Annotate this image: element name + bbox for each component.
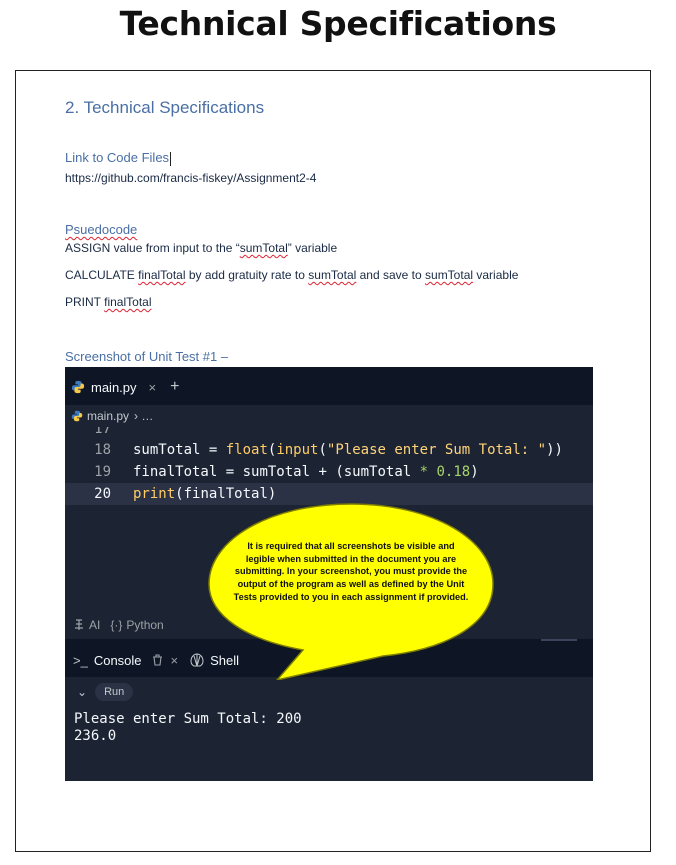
line-number: 20 [94, 486, 111, 502]
shell-icon [190, 653, 204, 667]
pseudo-var: sumTotal [425, 268, 474, 282]
line-number: 19 [94, 464, 111, 480]
pseudo-text: ASSIGN value from input to the “ [65, 241, 240, 255]
pseudo-var: finalTotal [138, 268, 186, 282]
pseudo-text: ” variable [287, 241, 338, 255]
code-line[interactable]: 18 sumTotal = float(input("Please enter S… [65, 439, 593, 461]
line-number: 18 [94, 442, 111, 458]
code-token: input [276, 442, 319, 458]
status-ai[interactable]: AI [89, 618, 100, 632]
code-token: 0.18 [436, 464, 471, 480]
code-token: float [225, 442, 268, 458]
breadcrumb-file[interactable]: main.py [87, 409, 129, 423]
link-label: Link to Code Files [65, 150, 172, 166]
python-icon [71, 380, 85, 394]
code-token: sumTotal [133, 442, 201, 458]
code-token: finalTotal [133, 464, 218, 480]
code-token: = [217, 464, 243, 480]
pseudo-var: finalTotal [104, 295, 152, 309]
pseudo-text: by add gratuity rate to [185, 268, 309, 282]
run-button[interactable]: Run [95, 683, 134, 701]
code-token: = [200, 442, 226, 458]
console-output: Please enter Sum Total: 200 236.0 [74, 711, 302, 744]
pseudo-text: and save to [356, 268, 426, 282]
braces-icon: {·} [110, 618, 123, 632]
resize-grip[interactable] [541, 639, 577, 641]
code-token: * [419, 464, 429, 480]
code-token: )) [546, 442, 563, 458]
close-icon[interactable]: × [149, 380, 157, 395]
text-cursor [170, 151, 172, 166]
ai-icon [75, 619, 83, 630]
code-link[interactable]: https://github.com/francis-fiskey/Assign… [65, 171, 316, 185]
add-tab-icon[interactable]: + [170, 378, 179, 396]
pseudo-text: CALCULATE [65, 268, 139, 282]
code-token: + (sumTotal [310, 464, 420, 480]
pseudo-line-2: CALCULATE finalTotal by add gratuity rat… [65, 268, 518, 282]
breadcrumb: main.py › … [71, 409, 153, 423]
code-line[interactable]: 19 finalTotal = sumTotal + (sumTotal * 0.… [65, 461, 593, 483]
breadcrumb-sep: › … [134, 409, 154, 423]
pseudo-line-3: PRINT finalTotal [65, 295, 152, 309]
editor-tabbar: main.py × + [65, 367, 593, 405]
page-title: Technical Specifications [119, 4, 557, 43]
code-line[interactable]: 17 [65, 427, 593, 439]
code-token: print [133, 486, 176, 502]
link-label-text: Link to Code Files [65, 150, 170, 165]
pseudocode-label-text: Psuedocode [65, 222, 138, 237]
code-token: "Please enter Sum Total: " [326, 442, 547, 458]
code-token: ( [318, 442, 327, 458]
doc-heading: 2. Technical Specifications [65, 98, 265, 117]
pseudo-text: variable [473, 268, 519, 282]
close-icon[interactable]: × [171, 653, 179, 668]
terminal-icon: >_ [73, 652, 88, 668]
chevron-down-icon[interactable]: ⌄ [77, 685, 87, 699]
screenshot-label: Screenshot of Unit Test #1 – [65, 349, 229, 364]
python-icon [71, 410, 83, 422]
code-editor[interactable]: 17 18 sumTotal = float(input("Please enter… [65, 427, 593, 505]
callout-text: It is required that all screenshots be v… [233, 541, 469, 602]
pseudo-text: PRINT [65, 295, 105, 309]
run-row: ⌄ Run [65, 679, 593, 705]
pseudocode-label: Psuedocode [65, 222, 137, 237]
pseudo-var: sumTotal [239, 241, 288, 255]
code-token: sumTotal [242, 464, 311, 480]
trash-icon[interactable] [152, 654, 163, 666]
tab-main-py[interactable]: main.py × + [71, 375, 179, 399]
tab-console[interactable]: Console [94, 653, 142, 668]
tab-label: main.py [91, 379, 137, 395]
pseudo-line-1: ASSIGN value from input to the “sumTotal… [65, 241, 337, 255]
status-language[interactable]: Python [126, 618, 163, 632]
pseudo-var: sumTotal [308, 268, 357, 282]
line-number: 17 [94, 427, 111, 437]
code-token: ) [470, 464, 479, 480]
code-token: ( [267, 442, 277, 458]
